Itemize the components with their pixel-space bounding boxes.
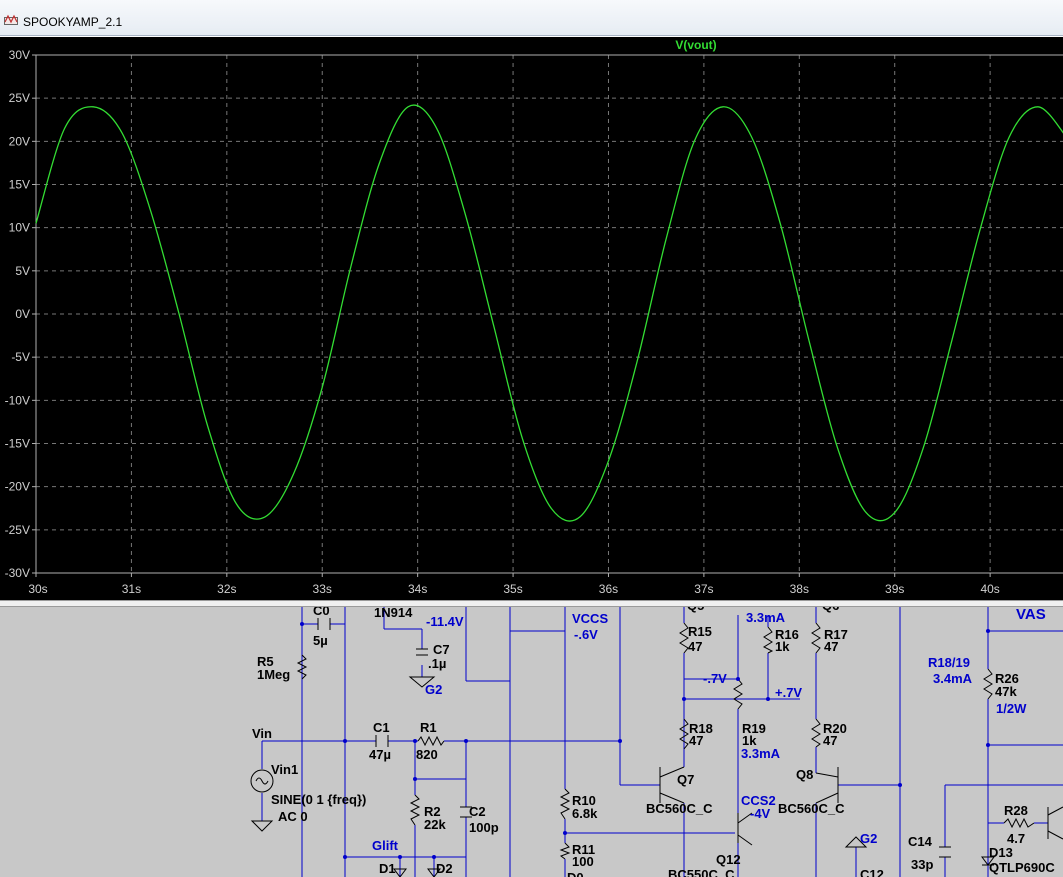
label-r18-19: R18/19	[928, 655, 970, 670]
label-c7: C7	[433, 642, 450, 657]
label-half-watt: 1/2W	[996, 701, 1027, 716]
x-tick-label: 37s	[694, 582, 713, 596]
label-c2: C2	[469, 804, 486, 819]
label-r10-value: 6.8k	[572, 806, 598, 821]
label-c12: C12	[860, 867, 884, 877]
y-tick-label: -15V	[5, 437, 30, 451]
pane-splitter[interactable]	[0, 600, 1063, 607]
label-r17-value: 47	[824, 639, 838, 654]
label-c2-value: 100p	[469, 820, 499, 835]
label-vin1: Vin1	[271, 762, 298, 777]
label-r2-value: 22k	[424, 817, 446, 832]
label-vas: VAS	[1016, 607, 1046, 623]
schematic-canvas[interactable]: C0 5µ R5 1Meg Vin Vin1 SINE(0 1 {freq}) …	[0, 607, 1063, 877]
label-c14-value: 33p	[911, 857, 933, 872]
waveform-window-icon	[4, 14, 18, 25]
label-q12: Q12	[716, 852, 741, 867]
schematic-labels: C0 5µ R5 1Meg Vin Vin1 SINE(0 1 {freq}) …	[252, 607, 1055, 877]
label-current-3-4ma: 3.4mA	[933, 671, 973, 686]
y-tick-label: -25V	[5, 523, 30, 537]
label-q8: Q8	[796, 767, 813, 782]
y-tick-label: 0V	[15, 307, 30, 321]
y-tick-label: -5V	[11, 350, 30, 364]
label-bc560-q7: BC560C_C	[646, 801, 713, 816]
label-1n914: 1N914	[374, 607, 413, 620]
label-r26-value: 47k	[995, 684, 1017, 699]
label-d0: D0	[567, 870, 584, 877]
label-r28: R28	[1004, 803, 1028, 818]
x-tick-label: 40s	[980, 582, 999, 596]
x-tick-label: 31s	[122, 582, 141, 596]
waveform-plot-pane[interactable]: 30V 25V 20V 15V 10V 5V 0V -5V -10V -15V -20V -25V -3…	[0, 37, 1063, 600]
x-tick-label: 33s	[313, 582, 332, 596]
x-tick-label: 36s	[599, 582, 618, 596]
y-tick-label: 10V	[9, 221, 30, 235]
label-c14: C14	[908, 834, 933, 849]
label-d2: D2	[436, 861, 453, 876]
x-tick-label: 35s	[503, 582, 522, 596]
window-titlebar: SPOOKYAMP_2.1	[0, 0, 1063, 36]
label-c0: C0	[313, 607, 330, 618]
label-q6: Q6	[822, 607, 839, 613]
x-tick-label: 30s	[28, 582, 47, 596]
y-tick-label: -30V	[5, 566, 30, 580]
label-sine: SINE(0 1 {freq})	[271, 792, 366, 807]
label-node-minus-07v: -.7V	[703, 671, 727, 686]
label-r5-value: 1Meg	[257, 667, 290, 682]
label-g2-right: G2	[860, 831, 877, 846]
label-current-3-3ma-top: 3.3mA	[746, 610, 786, 625]
label-qtlp690c: QTLP690C	[989, 860, 1055, 875]
label-r15: R15	[688, 624, 712, 639]
trace-label-vout[interactable]: V(vout)	[675, 38, 716, 52]
label-c7-value: .1µ	[428, 656, 446, 671]
waveform-chart[interactable]: 30V 25V 20V 15V 10V 5V 0V -5V -10V -15V -20V -25V -3…	[0, 37, 1063, 600]
y-tick-label: 30V	[9, 48, 30, 62]
label-g2-left: G2	[425, 682, 442, 697]
label-node-11v: -11.4V	[426, 614, 464, 629]
x-tick-label: 38s	[790, 582, 809, 596]
label-bc550-q12: BC550C_C	[668, 867, 735, 877]
x-axis-ticks: 30s 31s 32s 33s 34s 35s 36s 37s 38s 39s 40s	[28, 573, 1000, 596]
label-r15-value: 47	[688, 639, 702, 654]
label-ac: AC 0	[278, 809, 308, 824]
label-node-plus-07v: +.7V	[775, 685, 802, 700]
y-tick-label: -20V	[5, 480, 30, 494]
y-tick-label: 5V	[15, 264, 30, 278]
label-glift: Glift	[372, 838, 399, 853]
label-current-3-3ma-mid: 3.3mA	[741, 746, 781, 761]
series-traces	[35, 104, 1063, 522]
window-title: SPOOKYAMP_2.1	[23, 15, 123, 29]
label-node-06v: -.6V	[574, 627, 598, 642]
label-bc560-q8: BC560C_C	[778, 801, 845, 816]
label-r18-value: 47	[689, 733, 703, 748]
y-axis-ticks: 30V 25V 20V 15V 10V 5V 0V -5V -10V -15V -20V -25V -3…	[5, 48, 36, 580]
schematic-pane[interactable]: C0 5µ R5 1Meg Vin Vin1 SINE(0 1 {freq}) …	[0, 607, 1063, 877]
label-c0-value: 5µ	[313, 633, 328, 648]
y-tick-label: -10V	[5, 393, 30, 407]
label-vccs: VCCS	[572, 611, 608, 626]
label-vin: Vin	[252, 726, 272, 741]
label-d1: D1	[379, 861, 396, 876]
label-r1: R1	[420, 720, 437, 735]
label-d13: D13	[989, 845, 1013, 860]
label-node-minus-4v: -4V	[750, 806, 771, 821]
label-c1-value: 47µ	[369, 747, 391, 762]
y-tick-label: 25V	[9, 91, 30, 105]
label-r1-value: 820	[416, 747, 438, 762]
x-tick-label: 32s	[217, 582, 236, 596]
label-r11-value: 100	[572, 854, 594, 869]
label-r28-value: 4.7	[1007, 831, 1025, 846]
series-line-vout[interactable]	[35, 104, 1063, 522]
label-q7: Q7	[677, 772, 694, 787]
label-c1: C1	[373, 720, 390, 735]
x-tick-label: 39s	[885, 582, 904, 596]
x-tick-label: 34s	[408, 582, 427, 596]
y-tick-label: 15V	[9, 178, 30, 192]
y-tick-label: 20V	[9, 134, 30, 148]
grid-lines	[36, 55, 1063, 573]
label-r20-value: 47	[823, 733, 837, 748]
schematic-wires	[261, 607, 1063, 877]
label-q5: Q5	[687, 607, 704, 613]
label-r16-value: 1k	[775, 639, 790, 654]
